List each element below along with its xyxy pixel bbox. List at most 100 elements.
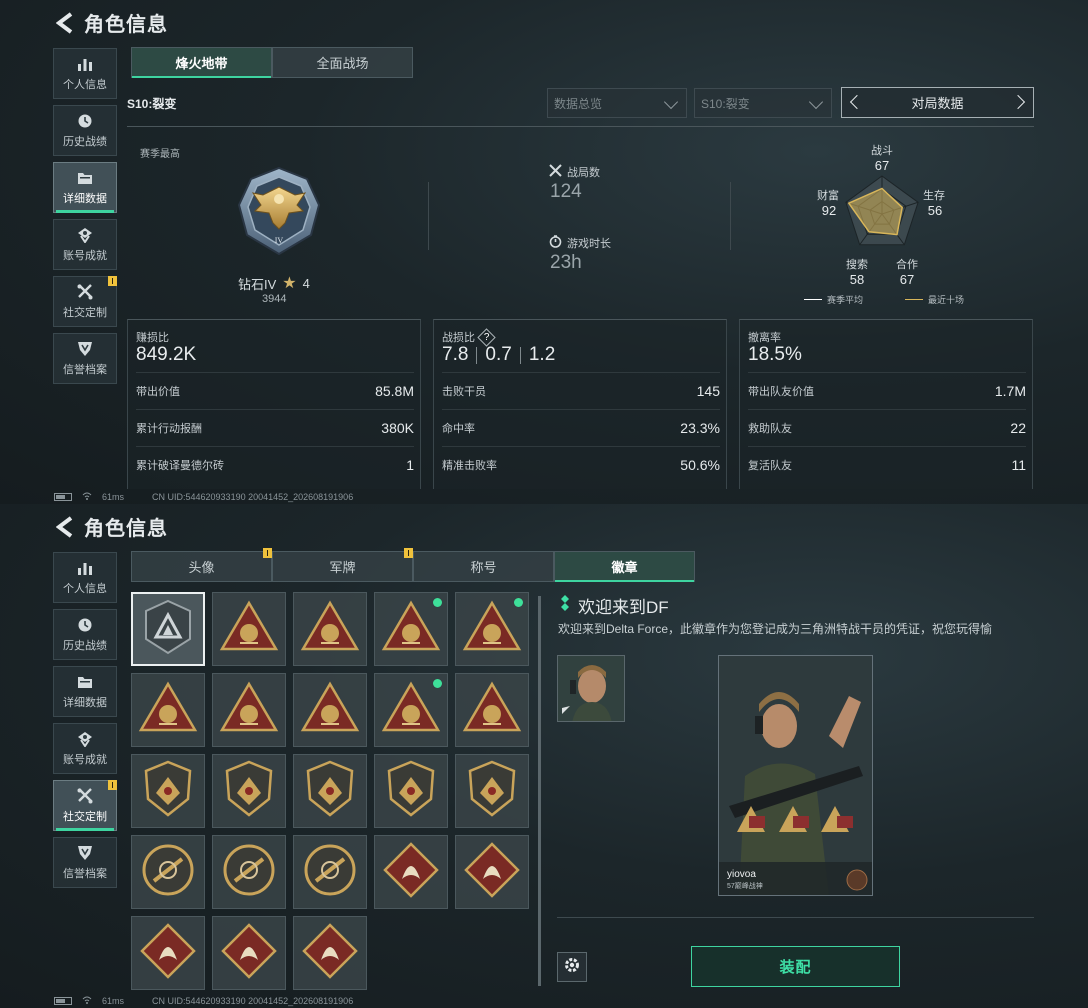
- badge-slot[interactable]: [455, 592, 529, 666]
- sidebar-item-wrench[interactable]: 社交定制: [53, 780, 117, 831]
- sidebar-item-clock[interactable]: 历史战绩: [53, 105, 117, 156]
- medal-icon: [76, 227, 94, 244]
- squad-badge-icon: [461, 680, 523, 741]
- horse-badge-icon: [220, 922, 278, 985]
- new-indicator: [514, 598, 523, 607]
- sidebar-item-wrench[interactable]: 社交定制: [53, 276, 117, 327]
- tab-avatar[interactable]: 头像: [131, 548, 272, 582]
- legend-swatch: [905, 298, 923, 301]
- badge-slot[interactable]: [374, 835, 448, 909]
- radar-value-combat: 67: [874, 158, 890, 173]
- badge-slot[interactable]: [374, 754, 448, 828]
- radar-value-wealth: 92: [821, 203, 837, 218]
- sidebar-item-label: 详细数据: [63, 696, 107, 709]
- badge-slot[interactable]: [212, 592, 286, 666]
- legend-swatch: [804, 298, 822, 301]
- badge-slot[interactable]: [131, 673, 205, 747]
- badge-slot[interactable]: [455, 835, 529, 909]
- badge-slot[interactable]: [293, 754, 367, 828]
- badge-slot[interactable]: [212, 916, 286, 990]
- sidebar-item-folder[interactable]: 详细数据: [53, 666, 117, 717]
- tab-full-battlefield[interactable]: 全面战场: [272, 47, 413, 78]
- badge-slot[interactable]: [374, 592, 448, 666]
- page-title: 角色信息: [84, 518, 168, 540]
- stopwatch-icon: [549, 235, 562, 251]
- next-arrow-icon[interactable]: [1010, 94, 1026, 110]
- rank-tier: 钻石IV ★ 4: [238, 275, 310, 292]
- sidebar-item-label: 历史战绩: [63, 135, 107, 148]
- badge-slot[interactable]: [293, 835, 367, 909]
- tab-badge[interactable]: 徽章: [554, 551, 695, 582]
- delta-force-badge-icon: [142, 599, 194, 660]
- header: 角色信息: [56, 512, 168, 541]
- clock-icon: [76, 113, 94, 129]
- shield-icon: [76, 341, 94, 357]
- tab-dog-tag[interactable]: 军牌: [272, 548, 413, 582]
- radar-label-cooperation: 合作: [896, 259, 918, 271]
- radar-value-survival: 56: [927, 203, 943, 218]
- prev-arrow-icon[interactable]: [849, 94, 865, 110]
- sidebar-item-label: 个人信息: [63, 582, 107, 595]
- diamond-marker-icon: [560, 595, 570, 616]
- badge-slot[interactable]: [212, 673, 286, 747]
- badge-slot[interactable]: [374, 673, 448, 747]
- card-big-value: 7.8 0.7 1.2: [442, 344, 556, 365]
- badge-slot[interactable]: [131, 835, 205, 909]
- badge-description: 欢迎来到Delta Force，此徽章作为您登记成为三角洲特战干员的凭证，祝您玩…: [558, 622, 993, 636]
- sidebar-item-bar-chart[interactable]: 个人信息: [53, 48, 117, 99]
- notice-badge: [108, 276, 117, 286]
- overview-select[interactable]: 数据总览: [547, 88, 687, 118]
- badge-slot[interactable]: [293, 916, 367, 990]
- clock-icon: [76, 617, 94, 633]
- sidebar: 个人信息历史战绩详细数据账号成就社交定制信誉档案: [53, 48, 117, 390]
- tab-title[interactable]: 称号: [413, 551, 554, 582]
- badge-slot[interactable]: [131, 916, 205, 990]
- radar-label-wealth: 财富: [817, 190, 839, 202]
- list-item: 累计行动报酬 380K: [136, 409, 414, 445]
- badge-slot[interactable]: [455, 754, 529, 828]
- card-title: 撤离率: [748, 332, 781, 344]
- sidebar-item-bar-chart[interactable]: 个人信息: [53, 552, 117, 603]
- helicopter-badge-icon: [218, 599, 280, 660]
- badge-slot[interactable]: [131, 754, 205, 828]
- settings-button[interactable]: [557, 952, 587, 982]
- card-big-value: 849.2K: [136, 344, 197, 365]
- operator-helmet-badge-icon: [461, 599, 523, 660]
- hexagon-shield-badge-icon: [464, 759, 520, 824]
- badge-slot[interactable]: [293, 673, 367, 747]
- badge-slot[interactable]: [455, 673, 529, 747]
- operator-avatar[interactable]: [557, 655, 625, 722]
- battery-icon: [54, 997, 72, 1005]
- uid-text: CN UID:544620933190 20041452_20260819190…: [152, 996, 354, 1006]
- new-indicator: [433, 598, 442, 607]
- divider: [127, 126, 1034, 127]
- sidebar-item-label: 个人信息: [63, 78, 107, 91]
- equip-button[interactable]: 装配: [691, 946, 900, 987]
- hand-sign-badge-icon: [299, 599, 361, 660]
- sidebar-item-folder[interactable]: 详细数据: [53, 162, 117, 213]
- sidebar-item-shield[interactable]: 信誉档案: [53, 333, 117, 384]
- season-title: S10:裂变: [127, 97, 177, 111]
- sidebar-item-medal[interactable]: 账号成就: [53, 219, 117, 270]
- badge-slot[interactable]: [212, 754, 286, 828]
- sidebar-item-clock[interactable]: 历史战绩: [53, 609, 117, 660]
- crossed-sword-crest-badge-icon: [301, 841, 359, 904]
- tab-warzone-extraction[interactable]: 烽火地带: [131, 47, 272, 78]
- sidebar-item-label: 信誉档案: [63, 867, 107, 880]
- badge-slot[interactable]: [212, 835, 286, 909]
- badge-slot[interactable]: [131, 592, 205, 666]
- scrollbar[interactable]: [538, 596, 541, 986]
- list-item: 击败干员 145: [442, 372, 720, 408]
- extraction-rate-card: 撤离率 18.5% 带出队友价值 1.7M 救助队友 22 复活队友 11: [739, 319, 1033, 489]
- legend-recent-ten: 最近十场: [905, 293, 964, 306]
- season-select[interactable]: S10:裂变: [694, 88, 832, 118]
- customize-tabs: 头像 军牌 称号 徽章: [131, 548, 695, 582]
- bar-chart-icon: [76, 560, 94, 576]
- sidebar-item-medal[interactable]: 账号成就: [53, 723, 117, 774]
- back-arrow-icon[interactable]: [56, 515, 74, 538]
- sidebar-item-shield[interactable]: 信誉档案: [53, 837, 117, 888]
- badge-slot[interactable]: [293, 592, 367, 666]
- back-arrow-icon[interactable]: [56, 11, 74, 34]
- wrench-icon: [76, 787, 94, 804]
- eri-badge-icon: [137, 680, 199, 741]
